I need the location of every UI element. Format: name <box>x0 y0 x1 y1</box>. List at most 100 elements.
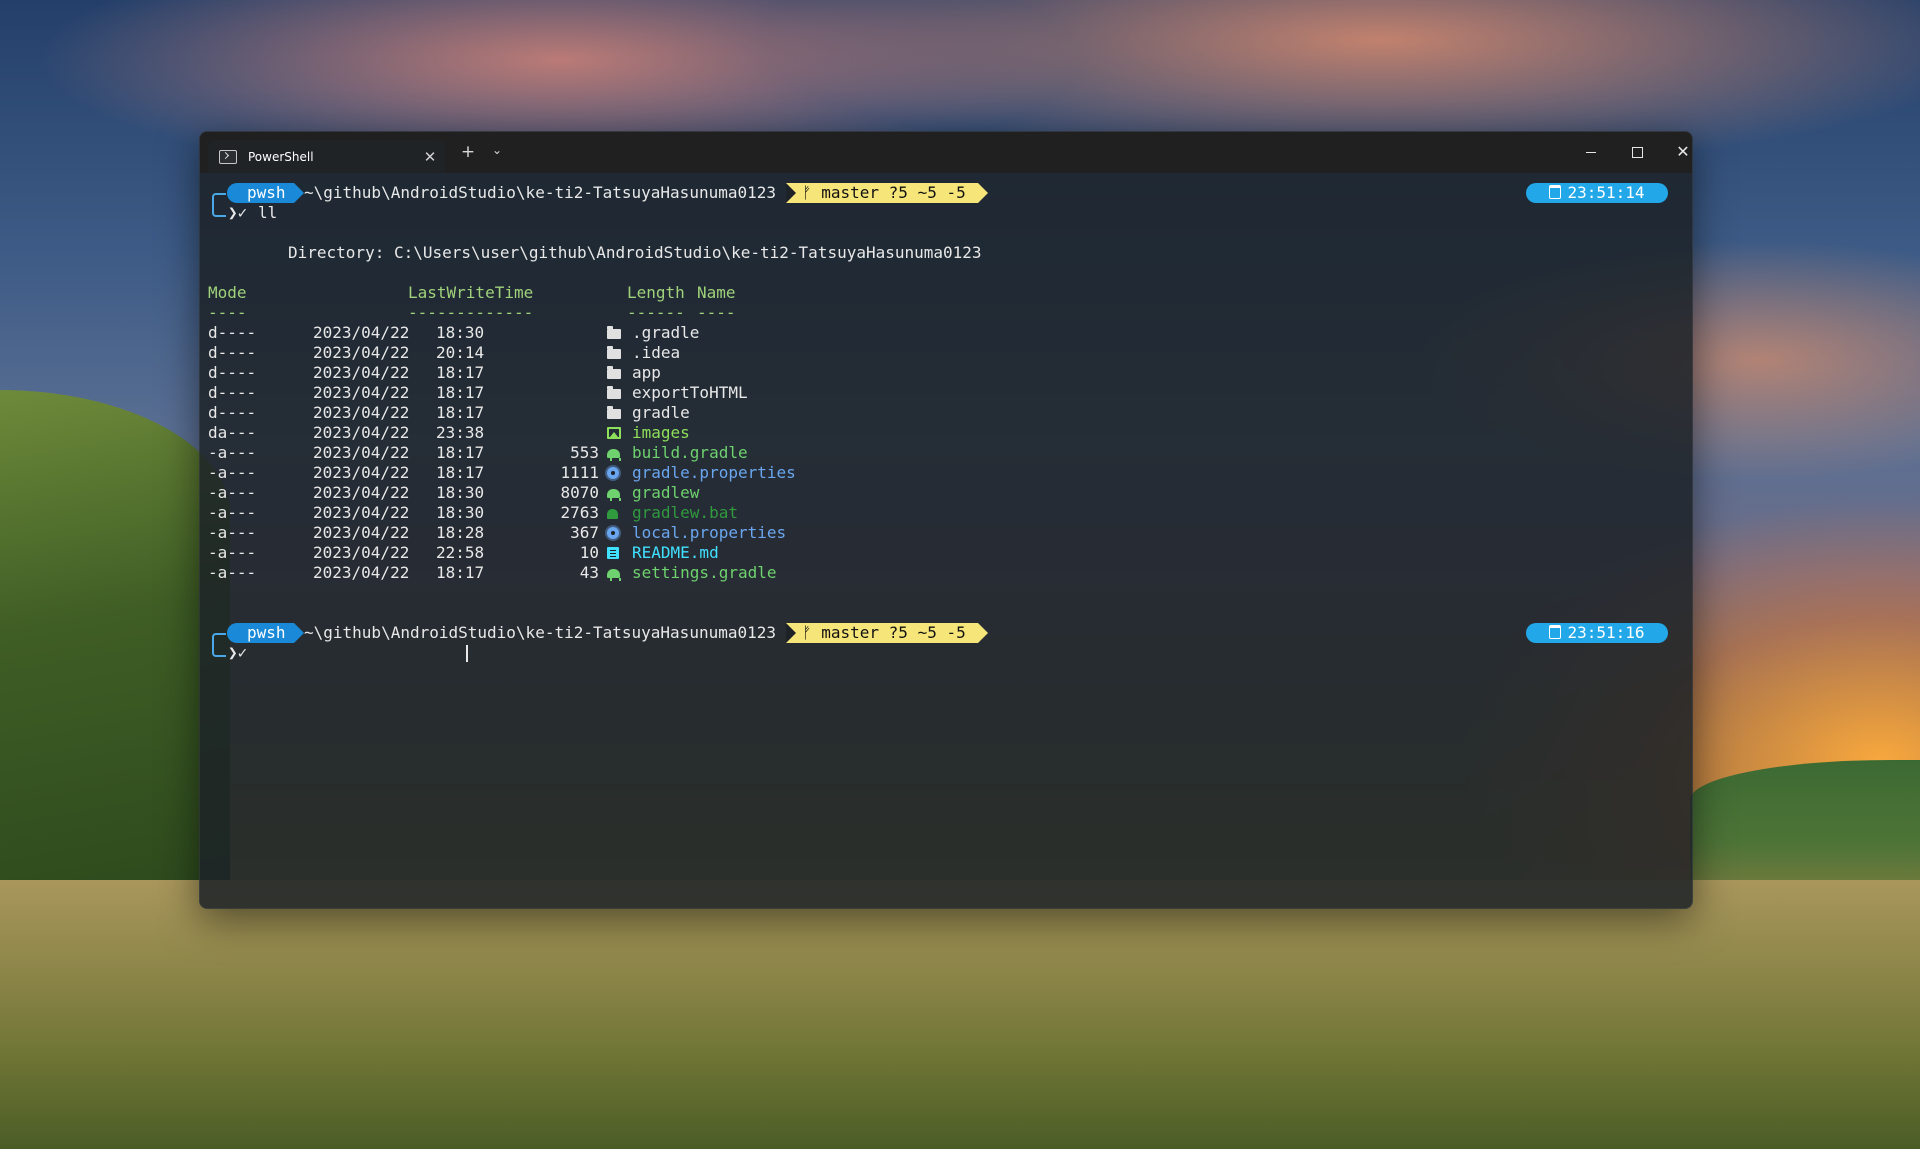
cell-length: 10 <box>579 543 599 562</box>
terminal-content[interactable]: pwsh ~\github\AndroidStudio\ke-ti2-Tatsu… <box>200 173 1692 908</box>
cell-mode: d---- <box>208 403 257 422</box>
directory-line: Directory: C:\Users\user\github\AndroidS… <box>288 243 982 262</box>
cell-name: build.gradle <box>632 443 748 462</box>
image-folder-icon <box>607 427 621 439</box>
prompt-git-status: ᚠ master ?5 ~5 -5 <box>786 183 988 203</box>
prompt-time-badge: 23:51:16 <box>1526 623 1668 643</box>
cell-date: 2023/04/22 <box>313 463 410 482</box>
folder-icon <box>607 326 621 339</box>
powershell-icon <box>219 149 237 164</box>
cell-date: 2023/04/22 <box>313 423 410 442</box>
cell-date: 2023/04/22 <box>313 403 410 422</box>
underline-lastwritetime: ------------- <box>408 303 534 322</box>
cell-name: settings.gradle <box>632 563 777 582</box>
wallpaper-hill-left <box>0 390 230 890</box>
prompt-path: ~\github\AndroidStudio\ke-ti2-TatsuyaHas… <box>304 183 777 202</box>
maximize-button[interactable] <box>1622 140 1652 164</box>
prompt-bracket <box>212 193 226 217</box>
cell-date: 2023/04/22 <box>313 343 410 362</box>
minimize-button[interactable] <box>1576 140 1606 164</box>
cell-mode: -a--- <box>208 463 257 482</box>
cell-mode: da--- <box>208 423 257 442</box>
title-bar[interactable]: PowerShell ✕ + ⌄ ✕ <box>200 132 1692 173</box>
prompt-1: pwsh ~\github\AndroidStudio\ke-ti2-Tatsu… <box>208 183 1678 223</box>
cell-time: 18:30 <box>436 503 485 522</box>
tab-powershell[interactable]: PowerShell ✕ <box>208 140 445 173</box>
cell-date: 2023/04/22 <box>313 363 410 382</box>
prompt-git-status: ᚠ master ?5 ~5 -5 <box>786 623 988 643</box>
header-length: Length <box>627 283 685 302</box>
cell-name: app <box>632 363 661 382</box>
cell-time: 18:17 <box>436 403 485 422</box>
cell-length <box>499 403 599 423</box>
cell-length: 8070 <box>560 483 599 502</box>
header-mode: Mode <box>208 283 247 302</box>
cell-length: 2763 <box>560 503 599 522</box>
cell-date: 2023/04/22 <box>313 543 410 562</box>
cell-length <box>499 343 599 363</box>
cell-time: 18:17 <box>436 563 485 582</box>
cell-time: 18:17 <box>436 463 485 482</box>
cell-date: 2023/04/22 <box>313 443 410 462</box>
new-tab-button[interactable]: + <box>457 142 479 162</box>
cell-length: 367 <box>570 523 599 542</box>
batch-file-icon <box>607 509 618 519</box>
gear-icon <box>607 527 619 539</box>
terminal-window: PowerShell ✕ + ⌄ ✕ pwsh ~\github\Android… <box>199 131 1693 909</box>
prompt-time-badge: 23:51:14 <box>1526 183 1668 203</box>
minimize-icon <box>1586 151 1596 153</box>
cell-time: 23:38 <box>436 423 485 442</box>
cell-date: 2023/04/22 <box>313 503 410 522</box>
underline-length: ------ <box>627 303 685 322</box>
cell-name: gradle.properties <box>632 463 796 482</box>
cell-length <box>499 423 599 443</box>
prompt-path: ~\github\AndroidStudio\ke-ti2-TatsuyaHas… <box>304 623 777 642</box>
cell-name: .idea <box>632 343 681 362</box>
prompt-time: 23:51:14 <box>1567 183 1645 202</box>
gear-icon <box>607 467 619 479</box>
cell-name: images <box>632 423 690 442</box>
prompt-input-arrow: ❯✓ <box>228 643 248 662</box>
cell-name: gradle <box>632 403 690 422</box>
gradle-elephant-icon <box>607 489 621 501</box>
cell-time: 18:17 <box>436 443 485 462</box>
cell-time: 18:30 <box>436 323 485 342</box>
text-cursor[interactable] <box>466 645 468 662</box>
wallpaper-hill-right <box>1690 760 1920 900</box>
cell-date: 2023/04/22 <box>313 483 410 502</box>
gradle-elephant-icon <box>607 569 621 581</box>
gradle-elephant-icon <box>607 449 621 461</box>
cell-mode: -a--- <box>208 443 257 462</box>
command-text: ll <box>258 203 278 222</box>
tab-dropdown-button[interactable]: ⌄ <box>487 143 507 157</box>
prompt-bracket <box>212 633 226 657</box>
cell-time: 20:14 <box>436 343 485 362</box>
cell-date: 2023/04/22 <box>313 383 410 402</box>
cell-time: 18:17 <box>436 363 485 382</box>
cell-length <box>499 383 599 403</box>
prompt-input-arrow: ❯✓ <box>228 203 248 222</box>
close-button[interactable]: ✕ <box>1668 140 1692 164</box>
cell-length: 1111 <box>560 463 599 482</box>
cell-name: local.properties <box>632 523 787 542</box>
underline-name: ---- <box>697 303 736 322</box>
cell-date: 2023/04/22 <box>313 523 410 542</box>
cell-length: 43 <box>579 563 599 582</box>
tab-close-icon[interactable]: ✕ <box>415 148 445 166</box>
calendar-icon <box>1549 185 1562 199</box>
tab-title: PowerShell <box>248 149 314 164</box>
cell-time: 18:30 <box>436 483 485 502</box>
cell-mode: -a--- <box>208 563 257 582</box>
cell-mode: d---- <box>208 383 257 402</box>
cell-date: 2023/04/22 <box>313 323 410 342</box>
prompt-shell-segment: pwsh <box>227 623 303 643</box>
calendar-icon <box>1549 625 1562 639</box>
cell-name: README.md <box>632 543 719 562</box>
cell-mode: d---- <box>208 323 257 342</box>
folder-icon <box>607 366 621 379</box>
folder-icon <box>607 346 621 359</box>
underline-mode: ---- <box>208 303 247 322</box>
wallpaper-grass-field <box>0 880 1920 1149</box>
cell-mode: -a--- <box>208 523 257 542</box>
cell-mode: d---- <box>208 363 257 382</box>
